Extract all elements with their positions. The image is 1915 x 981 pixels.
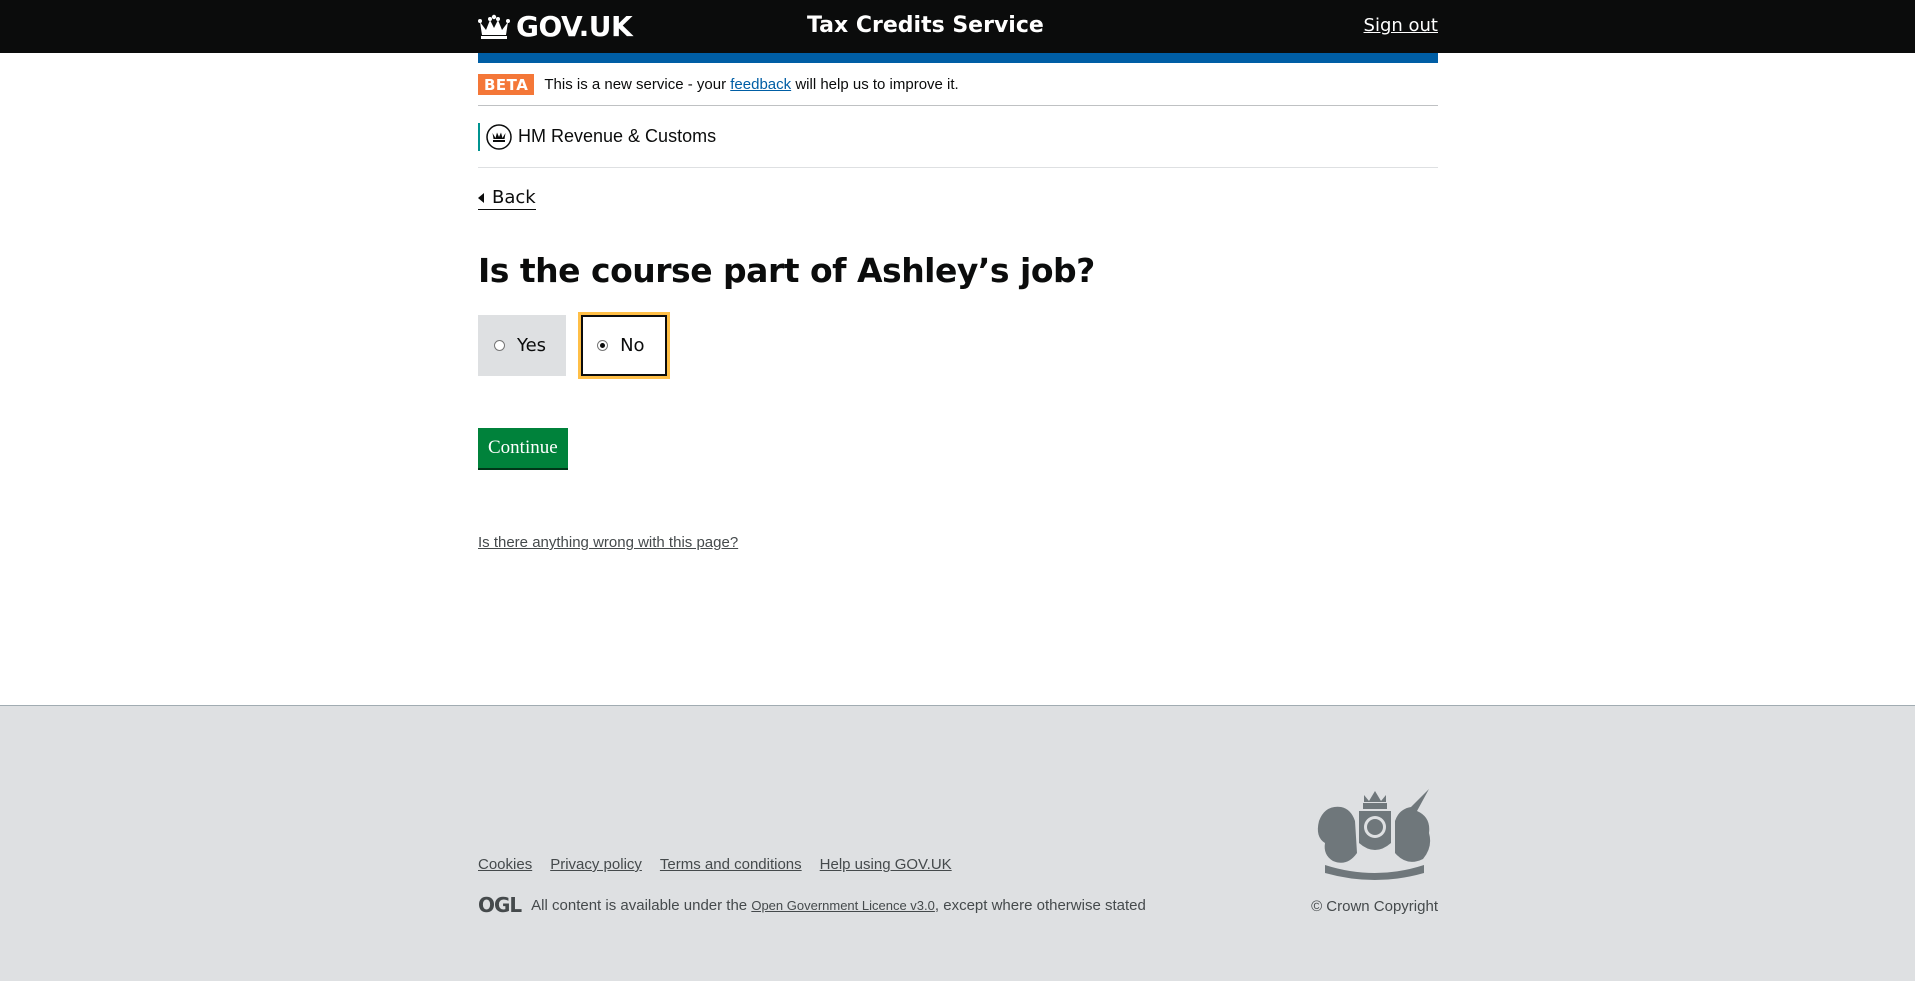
feedback-link[interactable]: feedback: [730, 76, 791, 93]
footer-link-privacy[interactable]: Privacy policy: [550, 856, 642, 873]
phase-banner-text: This is a new service - your feedback wi…: [544, 76, 958, 93]
phase-text-before: This is a new service - your: [544, 75, 727, 93]
service-name[interactable]: Tax Credits Service: [807, 13, 1044, 38]
radio-yes-circle[interactable]: [494, 340, 505, 351]
footer-link-terms[interactable]: Terms and conditions: [660, 856, 802, 873]
header-blue-bar: [478, 53, 1438, 63]
footer-link-help[interactable]: Help using GOV.UK: [820, 856, 952, 873]
logo-text: GOV.UK: [516, 10, 633, 43]
footer-links: Cookies Privacy policy Terms and conditi…: [478, 856, 952, 873]
phase-text-after: will help us to improve it.: [795, 75, 959, 93]
site-header: GOV.UK Tax Credits Service Sign out: [0, 0, 1915, 53]
hmrc-crest-icon: [486, 123, 512, 150]
beta-tag: BETA: [478, 73, 535, 95]
department-name: HM Revenue & Customs: [518, 126, 717, 146]
licence-text-after: , except where otherwise stated: [934, 896, 1146, 914]
royal-coat-of-arms-icon: [1317, 789, 1431, 880]
back-arrow-icon: [478, 192, 484, 203]
page-title: Is the course part of Ashley’s job?: [478, 251, 1095, 290]
site-footer: Cookies Privacy policy Terms and conditi…: [0, 705, 1915, 981]
header-inner: GOV.UK Tax Credits Service Sign out: [478, 0, 1438, 53]
report-problem-link[interactable]: Is there anything wrong with this page?: [478, 534, 738, 551]
sign-out-link[interactable]: Sign out: [1364, 15, 1438, 36]
phase-banner: BETA This is a new service - your feedba…: [478, 63, 1438, 106]
continue-button[interactable]: Continue: [478, 428, 568, 468]
licence-text-before: All content is available under the: [531, 896, 748, 914]
ogl-logo-icon: OGL: [478, 893, 522, 917]
back-link[interactable]: Back: [478, 187, 536, 210]
radio-option-no[interactable]: No: [581, 315, 667, 376]
licence-statement: OGL All content is available under the O…: [478, 893, 1146, 917]
radio-yes-label: Yes: [517, 335, 547, 356]
department-stripe: [478, 122, 480, 151]
yes-no-radio-group: Yes No: [478, 315, 1438, 376]
crown-icon: [478, 14, 510, 39]
radio-option-yes[interactable]: Yes: [478, 315, 567, 376]
department-banner: HM Revenue & Customs: [478, 106, 1438, 168]
radio-no-circle[interactable]: [597, 340, 609, 351]
radio-no-label: No: [620, 335, 645, 356]
licence-link[interactable]: Open Government Licence v3.0: [751, 898, 935, 913]
back-link-label: Back: [492, 187, 536, 208]
govuk-logo-link[interactable]: GOV.UK: [478, 10, 633, 43]
footer-link-cookies[interactable]: Cookies: [478, 856, 532, 873]
crown-copyright: © Crown Copyright: [1311, 898, 1438, 915]
